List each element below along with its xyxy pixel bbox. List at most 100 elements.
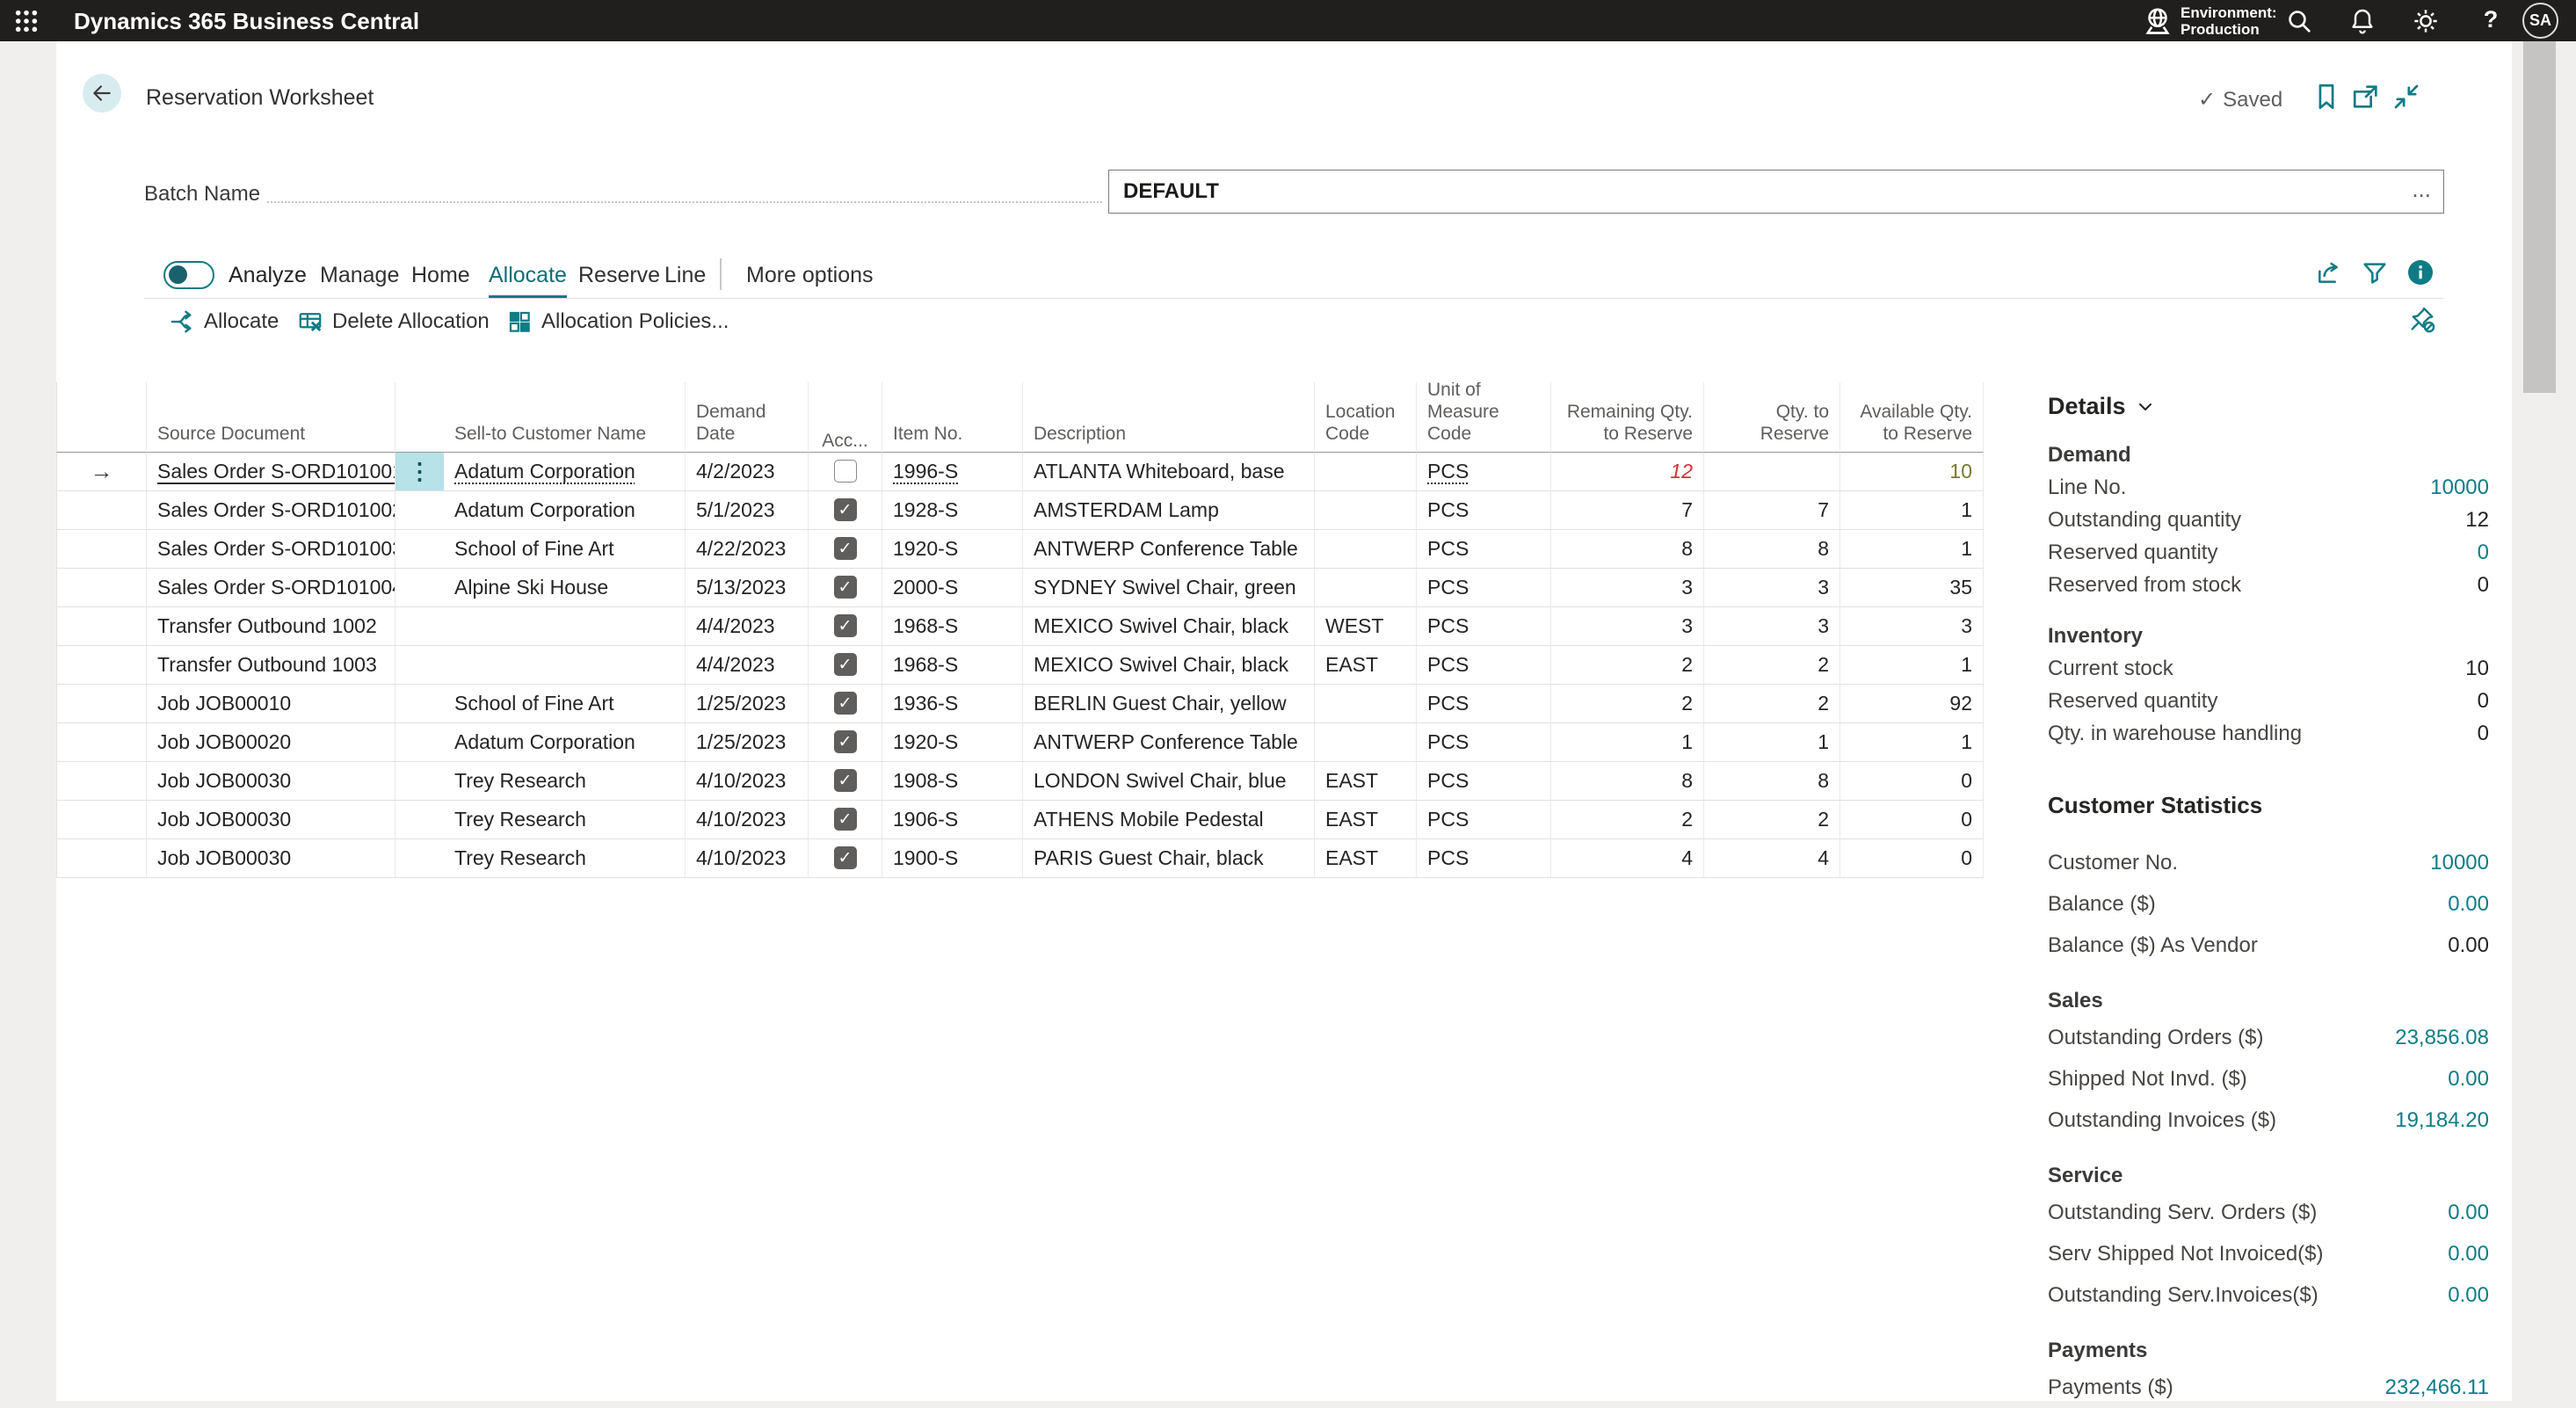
cell-source[interactable]: Job JOB00030 [147,801,395,839]
cell-remaining[interactable]: 2 [1551,646,1704,685]
field-value[interactable]: 232,466.11 [2385,1367,2489,1401]
cell-demand_date[interactable]: 4/22/2023 [686,530,809,569]
cell-dots[interactable] [395,530,444,569]
cell-available[interactable]: 1 [1840,491,1984,530]
accept-checkbox[interactable]: ✓ [834,808,857,831]
notifications-bell-icon[interactable] [2348,7,2376,35]
cell-description[interactable]: ATLANTA Whiteboard, base [1023,453,1315,491]
cell-available[interactable]: 3 [1840,607,1984,646]
cell-available[interactable]: 1 [1840,646,1984,685]
cell-available[interactable]: 1 [1840,530,1984,569]
cell-item_no[interactable]: 1920-S [882,723,1023,762]
cell-demand_date[interactable]: 4/4/2023 [686,607,809,646]
cell-accept[interactable]: ✓ [809,530,882,569]
column-header[interactable]: Unit of Measure Code [1417,382,1551,453]
back-button[interactable] [83,74,121,112]
allocation-policies-button[interactable]: Allocation Policies... [506,308,729,335]
share-icon[interactable] [2315,258,2343,287]
accept-checkbox[interactable]: ✓ [834,576,857,599]
field-value[interactable]: 10000 [2430,842,2489,883]
field-value[interactable]: 0 [2478,536,2489,569]
cell-dots[interactable] [395,685,444,723]
environment-button[interactable]: Environment: Production [2142,4,2277,38]
cell-description[interactable]: ATHENS Mobile Pedestal [1023,801,1315,839]
cell-demand_date[interactable]: 4/4/2023 [686,646,809,685]
batch-lookup-button[interactable]: ... [2412,171,2431,207]
column-header[interactable]: Demand Date [686,382,809,453]
cell-accept[interactable]: ✓ [809,839,882,878]
current-row-arrow[interactable]: → [56,453,147,491]
tab-home[interactable]: Home [411,263,470,295]
cell-marker[interactable] [56,569,147,607]
cell-remaining[interactable]: 12 [1551,453,1704,491]
cell-location[interactable] [1315,491,1417,530]
cell-item_no[interactable]: 1920-S [882,530,1023,569]
cell-qty_to_reserve[interactable]: 3 [1704,569,1840,607]
accept-checkbox[interactable]: ✓ [834,537,857,560]
cell-description[interactable]: PARIS Guest Chair, black [1023,839,1315,878]
cell-demand_date[interactable]: 4/10/2023 [686,762,809,801]
app-title[interactable]: Dynamics 365 Business Central [74,8,419,35]
cell-item_no[interactable]: 2000-S [882,569,1023,607]
open-in-new-window-icon[interactable] [2351,82,2381,112]
cell-item_no[interactable]: 1906-S [882,801,1023,839]
cell-description[interactable]: ANTWERP Conference Table [1023,530,1315,569]
cell-description[interactable]: ANTWERP Conference Table [1023,723,1315,762]
cell-source[interactable]: Job JOB00010 [147,685,395,723]
cell-accept[interactable]: ✓ [809,762,882,801]
cell-description[interactable]: AMSTERDAM Lamp [1023,491,1315,530]
cell-uom[interactable]: PCS [1417,723,1551,762]
field-value[interactable]: 0.00 [2448,883,2489,925]
column-header[interactable]: Source Document [147,382,395,453]
field-value[interactable]: 0.00 [2448,1233,2489,1274]
cell-accept[interactable]: ✓ [809,646,882,685]
analyze-toggle[interactable] [163,261,214,289]
cell-source[interactable]: Sales Order S-ORD101004 [147,569,395,607]
cell-qty_to_reserve[interactable] [1704,453,1840,491]
cell-customer[interactable]: Adatum Corporation [444,491,686,530]
column-header[interactable]: Location Code [1315,382,1417,453]
cell-demand_date[interactable]: 4/10/2023 [686,801,809,839]
cell-location[interactable]: EAST [1315,839,1417,878]
bookmark-icon[interactable] [2311,82,2341,112]
tab-manage[interactable]: Manage [320,263,399,295]
column-header[interactable] [395,382,444,453]
more-options-button[interactable]: More options [746,263,874,288]
cell-uom[interactable]: PCS [1417,530,1551,569]
column-header[interactable]: Item No. [882,382,1023,453]
cell-description[interactable]: BERLIN Guest Chair, yellow [1023,685,1315,723]
cell-marker[interactable] [56,762,147,801]
cell-remaining[interactable]: 3 [1551,607,1704,646]
cell-source[interactable]: Job JOB00030 [147,762,395,801]
row-actions-button[interactable]: ⋮ [395,453,444,490]
cell-item_no[interactable]: 1900-S [882,839,1023,878]
cell-description[interactable]: MEXICO Swivel Chair, black [1023,607,1315,646]
search-icon[interactable] [2285,7,2313,35]
avatar[interactable]: SA [2522,3,2558,39]
cell-uom[interactable]: PCS [1417,607,1551,646]
cell-accept[interactable]: ✓ [809,685,882,723]
cell-available[interactable]: 10 [1840,453,1984,491]
cell-uom[interactable]: PCS [1417,646,1551,685]
info-icon[interactable] [2406,258,2435,287]
settings-gear-icon[interactable] [2412,7,2440,35]
cell-remaining[interactable]: 7 [1551,491,1704,530]
column-header[interactable]: Available Qty. to Reserve [1840,382,1984,453]
cell-item_no[interactable]: 1968-S [882,646,1023,685]
cell-available[interactable]: 35 [1840,569,1984,607]
cell-dots[interactable] [395,569,444,607]
cell-customer[interactable]: Trey Research [444,801,686,839]
cell-uom[interactable]: PCS [1417,453,1551,491]
field-value[interactable]: 0.00 [2448,1058,2489,1100]
cell-remaining[interactable]: 8 [1551,530,1704,569]
delete-allocation-button[interactable]: Delete Allocation [297,308,490,335]
cell-dots[interactable] [395,723,444,762]
field-value[interactable]: 10000 [2430,471,2489,504]
accept-checkbox[interactable]: ✓ [834,846,857,869]
cell-demand_date[interactable]: 5/1/2023 [686,491,809,530]
cell-dots[interactable] [395,839,444,878]
cell-dots[interactable] [395,801,444,839]
cell-accept[interactable]: ✓ [809,491,882,530]
cell-uom[interactable]: PCS [1417,569,1551,607]
column-header[interactable]: Acc... [809,382,882,453]
